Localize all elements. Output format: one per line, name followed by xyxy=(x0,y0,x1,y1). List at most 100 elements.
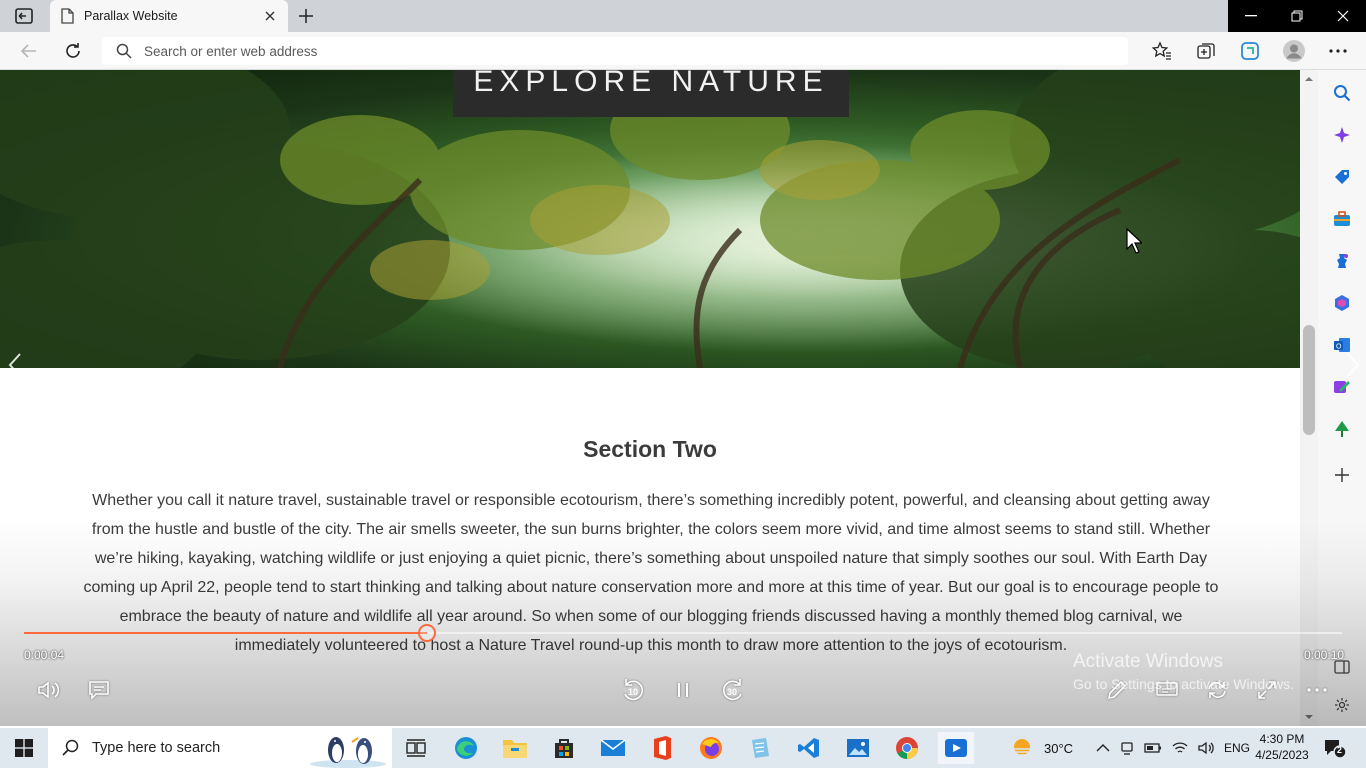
new-tab-button[interactable] xyxy=(294,4,318,28)
taskbar-search[interactable]: Type here to search xyxy=(48,728,392,768)
taskbar-vscode[interactable] xyxy=(791,732,827,764)
sidebar-shopping-button[interactable] xyxy=(1330,165,1354,189)
pause-icon xyxy=(678,683,688,697)
more-options-button[interactable] xyxy=(1303,676,1331,704)
sidebar-tree-button[interactable] xyxy=(1330,417,1354,441)
edge-icon xyxy=(455,737,477,759)
taskbar-firefox[interactable] xyxy=(693,732,729,764)
hero-title: EXPLORE NATURE xyxy=(453,70,849,117)
penguins-illustration-icon xyxy=(310,737,386,768)
meet-now-icon[interactable] xyxy=(1120,740,1134,756)
taskbar-file-explorer[interactable] xyxy=(497,732,533,764)
search-icon xyxy=(62,739,79,756)
notification-center-button[interactable]: 2 xyxy=(1322,736,1347,760)
taskbar-notepad[interactable] xyxy=(742,732,778,764)
collections-button[interactable] xyxy=(1194,39,1218,63)
settings-more-button[interactable] xyxy=(1326,39,1350,63)
address-input[interactable] xyxy=(144,43,1044,59)
sidebar-add-button[interactable] xyxy=(1330,463,1354,487)
start-button[interactable] xyxy=(0,728,48,768)
edge-sidebar: O xyxy=(1318,70,1366,726)
refresh-button[interactable] xyxy=(60,39,86,63)
tab-actions-button[interactable] xyxy=(0,0,48,32)
page-scrollbar[interactable] xyxy=(1300,70,1318,726)
sidebar-settings-button[interactable] xyxy=(1330,693,1354,717)
clock-date: 4/25/2023 xyxy=(1255,748,1309,762)
vscode-icon xyxy=(798,738,819,758)
task-view-icon xyxy=(406,739,426,757)
close-icon xyxy=(1337,10,1349,22)
clock-time: 4:30 PM xyxy=(1259,732,1305,746)
taskbar-store[interactable] xyxy=(546,732,582,764)
taskbar-search-placeholder: Type here to search xyxy=(92,740,221,756)
chrome-icon xyxy=(896,737,918,759)
captions-button[interactable] xyxy=(85,676,113,704)
previous-chevron-icon[interactable] xyxy=(6,350,26,380)
close-window-button[interactable] xyxy=(1320,0,1366,32)
favorites-button[interactable] xyxy=(1150,39,1174,63)
browser-essentials-button[interactable] xyxy=(1238,39,1262,63)
pause-button[interactable] xyxy=(669,676,697,704)
current-time: 0:00:04 xyxy=(24,648,65,662)
hero-image: EXPLORE NATURE xyxy=(0,70,1300,368)
watermark-title: Activate Windows xyxy=(1073,651,1223,672)
skip-forward-button[interactable]: 30 xyxy=(719,676,747,704)
store-icon xyxy=(555,739,573,758)
weather-widget[interactable]: 30°C xyxy=(1010,728,1073,768)
taskbar-photos[interactable] xyxy=(840,732,876,764)
next-chevron-icon[interactable] xyxy=(1342,350,1362,380)
weather-sun-icon xyxy=(1012,739,1032,756)
sidebar-discover-button[interactable] xyxy=(1330,123,1354,147)
section-title: Section Two xyxy=(583,436,717,462)
wifi-icon[interactable] xyxy=(1172,741,1188,755)
collections-icon xyxy=(1197,43,1215,59)
sidebar-search-button[interactable] xyxy=(1330,81,1354,105)
seek-bar[interactable] xyxy=(24,624,1342,642)
taskbar-task-view[interactable] xyxy=(398,732,434,764)
web-page: EXPLORE NATURE Section Two Whether you c… xyxy=(0,70,1300,726)
restore-button[interactable] xyxy=(1274,0,1320,32)
sidebar-microsoft365-button[interactable] xyxy=(1330,291,1354,315)
sidebar-games-button[interactable] xyxy=(1330,249,1354,273)
system-tray: ENG xyxy=(1096,728,1250,768)
chevron-up-icon[interactable] xyxy=(1096,743,1110,753)
browser-tab[interactable]: Parallax Website xyxy=(50,0,288,32)
skip-back-button[interactable]: 10 xyxy=(619,676,647,704)
scroll-down-icon[interactable] xyxy=(1304,712,1314,722)
mail-icon xyxy=(600,739,626,756)
address-box[interactable] xyxy=(102,37,1128,65)
skip-forward-label: 30 xyxy=(727,687,738,697)
folder-icon xyxy=(503,740,527,758)
profile-button[interactable] xyxy=(1282,39,1306,63)
close-icon xyxy=(265,11,275,21)
speaker-icon[interactable] xyxy=(1198,741,1214,755)
scroll-up-icon[interactable] xyxy=(1304,74,1314,84)
language-indicator[interactable]: ENG xyxy=(1224,741,1250,755)
volume-button[interactable] xyxy=(35,676,63,704)
plus-icon xyxy=(299,9,313,23)
taskbar-office[interactable] xyxy=(644,732,680,764)
refresh-icon xyxy=(66,43,80,58)
sidebar-tools-button[interactable] xyxy=(1330,207,1354,231)
taskbar-media-player[interactable] xyxy=(938,732,974,764)
tab-actions-icon xyxy=(15,8,33,24)
back-button[interactable] xyxy=(16,39,42,63)
sparkle-icon xyxy=(1334,127,1350,143)
captions-icon xyxy=(89,681,109,700)
battery-icon[interactable] xyxy=(1144,742,1162,754)
system-clock[interactable]: 4:30 PM 4/25/2023 xyxy=(1252,731,1312,763)
star-list-icon xyxy=(1152,41,1171,60)
taskbar-mail[interactable] xyxy=(595,732,631,764)
close-tab-button[interactable] xyxy=(262,8,278,24)
skip-back-label: 10 xyxy=(628,687,639,697)
microsoft365-icon xyxy=(1335,295,1349,311)
page-icon xyxy=(61,8,74,24)
notification-icon xyxy=(1325,740,1347,759)
weather-temperature: 30°C xyxy=(1044,740,1074,756)
scroll-thumb[interactable] xyxy=(1303,325,1315,435)
tree-icon xyxy=(1335,421,1349,437)
seek-progress xyxy=(24,632,428,634)
taskbar-chrome[interactable] xyxy=(889,732,925,764)
taskbar-edge[interactable] xyxy=(448,732,484,764)
minimize-button[interactable] xyxy=(1228,0,1274,32)
